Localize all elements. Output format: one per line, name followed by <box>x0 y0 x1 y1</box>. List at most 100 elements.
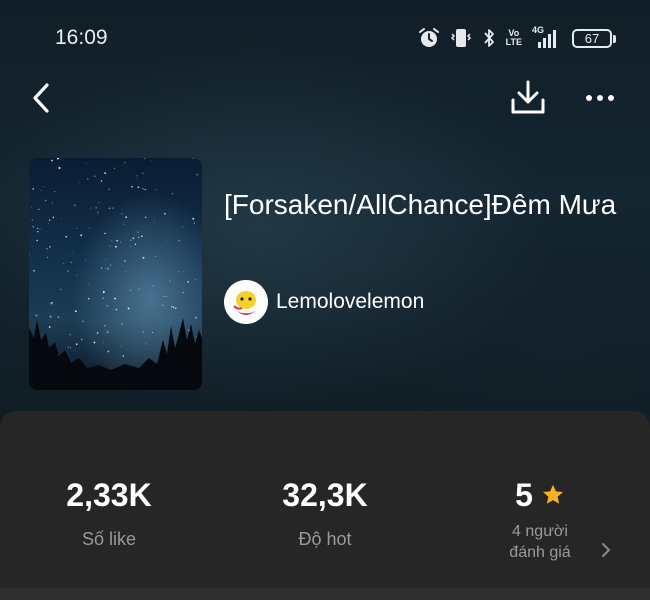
cover-star <box>111 240 113 242</box>
author-avatar <box>224 280 268 324</box>
hot-label: Độ hot <box>298 529 352 549</box>
cover-star <box>142 188 144 190</box>
cover-star <box>120 241 121 243</box>
cover-star <box>73 204 76 207</box>
cover-star <box>145 343 147 345</box>
cover-star <box>113 269 115 271</box>
cover-star <box>49 315 52 318</box>
likes-label: Số like <box>81 529 137 549</box>
back-button[interactable] <box>25 80 57 116</box>
cover-star <box>32 226 35 228</box>
download-icon <box>511 80 545 114</box>
cover-star <box>57 165 59 166</box>
cover-star <box>88 283 90 285</box>
cover-star <box>144 216 147 219</box>
cover-star <box>74 349 76 350</box>
cover-star <box>87 178 89 180</box>
cover-star <box>38 208 40 211</box>
cover-star <box>32 188 34 190</box>
cover-star <box>109 264 112 266</box>
cover-star <box>52 216 55 219</box>
cover-star <box>125 216 127 218</box>
cover-star <box>142 256 145 259</box>
cover-star <box>49 219 51 221</box>
cover-star <box>82 320 84 323</box>
vibrate-icon <box>450 29 471 47</box>
cover-star <box>108 207 111 210</box>
cover-star <box>60 289 62 290</box>
cover-star <box>30 206 32 208</box>
cover-star <box>31 219 34 221</box>
rating-label-line1: 4 người <box>512 523 568 540</box>
cover-star <box>127 307 130 310</box>
story-cover[interactable] <box>29 158 202 390</box>
cover-star <box>172 193 174 195</box>
stat-hot: 32,3K Độ hot <box>260 475 390 550</box>
cover-star <box>102 297 105 300</box>
cover-star <box>104 172 107 175</box>
stat-rating[interactable]: 5 4 người đánh giá <box>480 475 600 563</box>
cover-star <box>141 235 143 238</box>
cover-star <box>122 355 125 357</box>
cover-star <box>89 227 91 229</box>
cover-star <box>167 240 169 241</box>
cover-star <box>114 245 117 248</box>
cover-star <box>90 207 92 209</box>
cover-star <box>48 326 51 328</box>
cover-star <box>51 302 53 304</box>
rating-label: 4 người đánh giá <box>480 521 600 563</box>
cover-star <box>130 239 132 241</box>
cover-star <box>48 223 49 224</box>
cover-star <box>67 346 69 348</box>
battery-icon: 67 <box>572 28 616 48</box>
cover-star <box>109 245 111 247</box>
cover-star <box>137 186 140 189</box>
cover-star <box>129 245 131 247</box>
cover-star <box>106 305 108 307</box>
cover-star <box>187 280 190 283</box>
cover-star <box>195 316 198 319</box>
cover-star <box>196 173 199 176</box>
cover-star <box>97 211 99 213</box>
cover-star <box>67 270 69 272</box>
cover-star <box>51 202 54 204</box>
author-link[interactable]: Lemolovelemon <box>224 280 424 324</box>
cover-star <box>80 234 83 237</box>
cover-star <box>65 235 67 238</box>
cover-star <box>44 199 47 202</box>
cover-star <box>88 298 90 300</box>
cover-star <box>182 291 184 293</box>
cover-star <box>85 163 87 164</box>
signal-icon: 4G <box>532 25 562 49</box>
chevron-right-icon[interactable] <box>600 542 612 558</box>
back-icon <box>33 83 49 113</box>
cover-star <box>132 237 135 240</box>
cover-star <box>183 271 185 273</box>
cover-star <box>100 180 103 182</box>
more-icon-dot <box>608 95 614 101</box>
alarm-icon <box>418 28 439 47</box>
stat-likes: 2,33K Số like <box>44 475 174 550</box>
cover-star <box>192 217 195 220</box>
cover-star <box>142 331 144 333</box>
cover-star <box>172 306 175 309</box>
download-button[interactable] <box>508 78 548 118</box>
star-icon <box>542 484 563 504</box>
cover-star <box>124 260 126 262</box>
cover-star <box>74 310 77 313</box>
bottom-strip <box>0 588 650 600</box>
cover-star <box>134 234 135 236</box>
cover-star <box>58 167 61 169</box>
cover-star <box>136 174 138 176</box>
cover-star <box>75 343 78 345</box>
cover-star <box>150 160 152 162</box>
cover-star <box>95 207 97 209</box>
cover-star <box>48 245 51 248</box>
cover-star <box>79 182 81 184</box>
cover-star <box>194 260 196 262</box>
cover-star <box>63 262 65 265</box>
cover-star <box>71 254 73 255</box>
more-button[interactable] <box>578 80 622 116</box>
cover-star <box>142 172 144 174</box>
cover-star <box>76 274 78 276</box>
